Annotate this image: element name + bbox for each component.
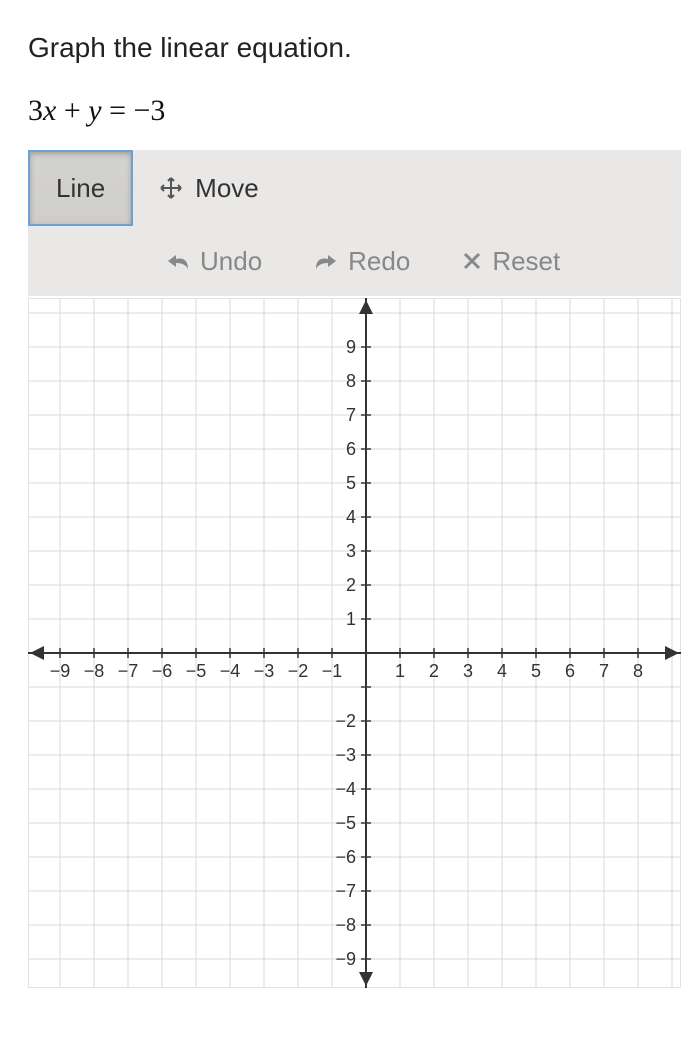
- y-tick-label: −7: [335, 881, 356, 901]
- graph-svg: −9 −8 −7 −6 −5 −4 −3 −2 −1 1 2 3 4 5 6 7 8 −9 −8 −7 −6 −5 −4 −3…: [28, 298, 681, 988]
- undo-button[interactable]: Undo: [148, 226, 280, 296]
- x-tick-label: −1: [322, 661, 343, 681]
- reset-label: Reset: [492, 246, 560, 277]
- move-tool-label: Move: [195, 173, 259, 204]
- redo-icon: [314, 251, 338, 271]
- tool-row: Line Move: [28, 150, 681, 226]
- y-tick-label: 7: [346, 405, 356, 425]
- close-icon: [462, 251, 482, 271]
- x-tick-label: 3: [463, 661, 473, 681]
- move-icon: [159, 176, 183, 200]
- x-tick-label: −9: [50, 661, 71, 681]
- y-tick-label: 8: [346, 371, 356, 391]
- y-tick-label: −8: [335, 915, 356, 935]
- x-tick-label: −7: [118, 661, 139, 681]
- y-tick-label: −5: [335, 813, 356, 833]
- x-tick-label: 7: [599, 661, 609, 681]
- x-tick-label: −5: [186, 661, 207, 681]
- line-tool-button[interactable]: Line: [28, 150, 133, 226]
- y-tick-label: 3: [346, 541, 356, 561]
- y-tick-label: −9: [335, 949, 356, 969]
- x-tick-label: −8: [84, 661, 105, 681]
- y-tick-label: 1: [346, 609, 356, 629]
- line-tool-label: Line: [56, 173, 105, 204]
- y-tick-label: −2: [335, 711, 356, 731]
- undo-icon: [166, 251, 190, 271]
- equation: 3x + y = −3: [28, 94, 653, 128]
- move-tool-button[interactable]: Move: [133, 150, 285, 226]
- x-tick-label: −2: [288, 661, 309, 681]
- y-tick-label: −6: [335, 847, 356, 867]
- x-tick-label: −4: [220, 661, 241, 681]
- y-tick-label: 4: [346, 507, 356, 527]
- x-tick-label: −6: [152, 661, 173, 681]
- undo-label: Undo: [200, 246, 262, 277]
- y-tick-label: 5: [346, 473, 356, 493]
- x-tick-label: 5: [531, 661, 541, 681]
- reset-button[interactable]: Reset: [444, 226, 578, 296]
- y-tick-label: 9: [346, 337, 356, 357]
- x-tick-label: 8: [633, 661, 643, 681]
- coordinate-plane[interactable]: −9 −8 −7 −6 −5 −4 −3 −2 −1 1 2 3 4 5 6 7 8 −9 −8 −7 −6 −5 −4 −3…: [28, 298, 681, 988]
- y-tick-label: −3: [335, 745, 356, 765]
- redo-button[interactable]: Redo: [296, 226, 428, 296]
- graph-toolbar: Line Move Undo: [28, 150, 681, 296]
- prompt-text: Graph the linear equation.: [28, 32, 653, 64]
- x-tick-label: 2: [429, 661, 439, 681]
- y-tick-label: 2: [346, 575, 356, 595]
- x-tick-label: 4: [497, 661, 507, 681]
- y-tick-label: 6: [346, 439, 356, 459]
- x-tick-label: −3: [254, 661, 275, 681]
- x-tick-label: 6: [565, 661, 575, 681]
- x-tick-label: 1: [395, 661, 405, 681]
- y-tick-label: −4: [335, 779, 356, 799]
- redo-label: Redo: [348, 246, 410, 277]
- action-row: Undo Redo Reset: [28, 226, 681, 296]
